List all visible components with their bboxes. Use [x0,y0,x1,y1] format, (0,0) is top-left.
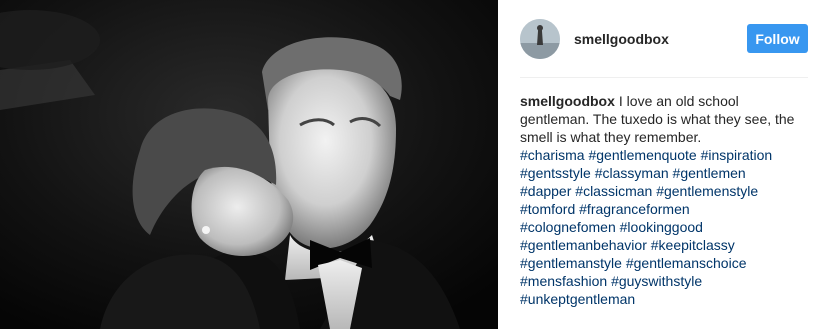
hashtag-link[interactable]: #guyswithstyle [611,273,702,289]
hashtag-link[interactable]: #colognefomen [520,219,616,235]
hashtag-link[interactable]: #gentlemanstyle [520,255,622,271]
hashtag-link[interactable]: #gentsstyle [520,165,591,181]
hashtag-link[interactable]: #gentlemenstyle [656,183,758,199]
hashtag-link[interactable]: #charisma [520,147,585,163]
instagram-post: smellgoodbox Follow smellgoodbox I love a… [0,0,828,329]
hashtag-link[interactable]: #inspiration [701,147,773,163]
hashtag-list: #charisma #gentlemenquote #inspiration #g… [520,146,808,308]
post-username[interactable]: smellgoodbox [574,31,747,47]
hashtag-link[interactable]: #keepitclassy [651,237,735,253]
post-caption: smellgoodbox I love an old school gentlem… [520,92,808,308]
hashtag-link[interactable]: #gentlemanbehavior [520,237,647,253]
hashtag-link[interactable]: #lookinggood [620,219,703,235]
hashtag-link[interactable]: #gentlemen [673,165,746,181]
hashtag-link[interactable]: #mensfashion [520,273,607,289]
hashtag-line: #gentlemanbehavior #keepitclassy [520,236,808,254]
hashtag-line: #dapper #classicman #gentlemenstyle [520,182,808,200]
avatar[interactable] [520,18,560,59]
caption-author[interactable]: smellgoodbox [520,93,615,109]
hashtag-line: #colognefomen #lookinggood [520,218,808,236]
hashtag-line: #gentsstyle #classyman #gentlemen [520,164,808,182]
hashtag-link[interactable]: #unkeptgentleman [520,291,635,307]
avatar-beach-figure-icon [520,18,560,59]
hashtag-link[interactable]: #classicman [575,183,652,199]
hashtag-link[interactable]: #classyman [595,165,669,181]
hashtag-link[interactable]: #gentlemenquote [588,147,696,163]
hashtag-link[interactable]: #gentlemanschoice [626,255,747,271]
hashtag-line: #mensfashion #guyswithstyle [520,272,808,290]
post-photo[interactable] [0,0,498,329]
hashtag-line: #charisma #gentlemenquote #inspiration [520,146,808,164]
hashtag-link[interactable]: #fragranceformen [579,201,690,217]
follow-button[interactable]: Follow [747,24,808,53]
post-sidebar: smellgoodbox Follow smellgoodbox I love a… [498,0,828,329]
hashtag-link[interactable]: #tomford [520,201,575,217]
black-and-white-couple-photo [0,0,498,329]
hashtag-link[interactable]: #dapper [520,183,571,199]
hashtag-line: #tomford #fragranceformen [520,200,808,218]
hashtag-line: #unkeptgentleman [520,290,808,308]
hashtag-line: #gentlemanstyle #gentlemanschoice [520,254,808,272]
post-header: smellgoodbox Follow [520,0,808,78]
